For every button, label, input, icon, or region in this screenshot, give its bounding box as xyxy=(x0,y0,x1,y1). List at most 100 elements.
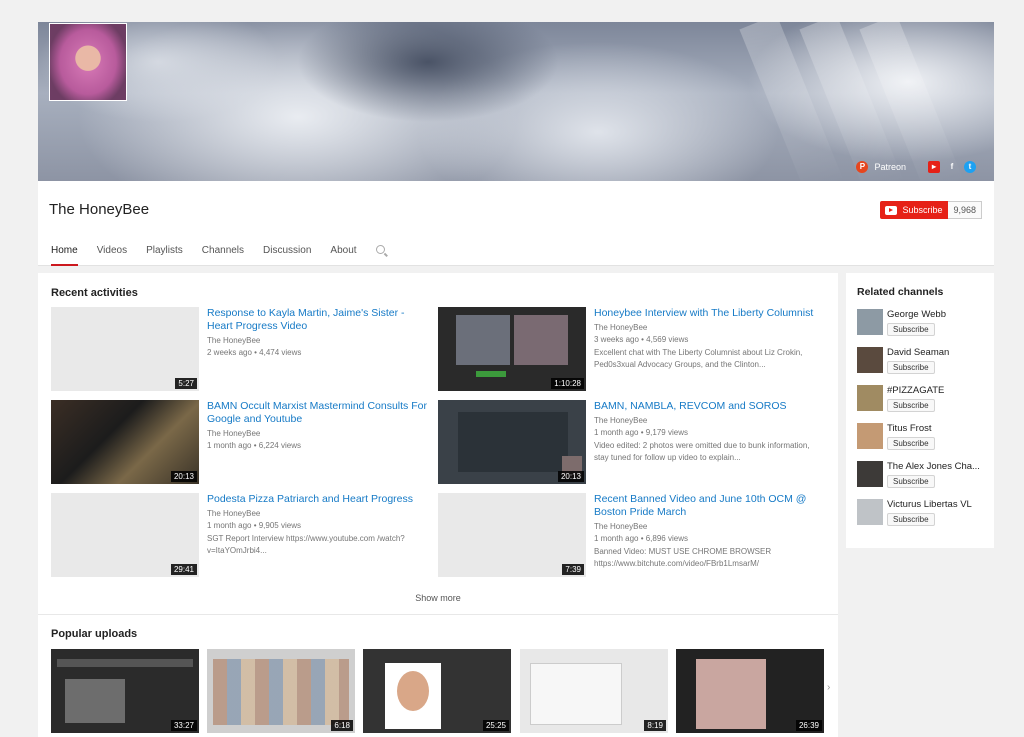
youtube-icon[interactable]: ▸ xyxy=(928,161,940,173)
video-thumbnail[interactable]: 20:13 xyxy=(51,400,199,484)
related-channel-item[interactable]: David Seaman Subscribe xyxy=(857,347,991,377)
related-channels-panel: Related channels George Webb Subscribe D… xyxy=(846,273,994,548)
video-description: Banned Video: MUST USE CHROME BROWSER ht… xyxy=(594,547,772,568)
tab-videos[interactable]: Videos xyxy=(97,239,127,266)
related-channel-name[interactable]: David Seaman xyxy=(887,347,987,358)
video-channel[interactable]: The HoneyBee xyxy=(207,335,427,347)
video-duration: 6:18 xyxy=(331,720,353,731)
subscribe-button[interactable]: Subscribe xyxy=(887,323,935,336)
popular-video-thumbnail[interactable]: 6:18 xyxy=(207,649,355,733)
show-more-button[interactable]: Show more xyxy=(38,593,838,603)
video-item[interactable]: 7:39 Recent Banned Video and June 10th O… xyxy=(438,493,818,577)
subscribe-widget: Subscribe 9,968 xyxy=(880,201,982,219)
video-thumbnail[interactable]: 20:13 xyxy=(438,400,586,484)
channel-header: The HoneyBee Subscribe 9,968 Home Videos… xyxy=(38,181,994,266)
section-divider xyxy=(38,614,838,615)
facebook-icon[interactable]: f xyxy=(946,161,958,173)
video-thumbnail[interactable]: 1:10:28 xyxy=(438,307,586,391)
video-thumbnail[interactable]: 7:39 xyxy=(438,493,586,577)
related-channel-name[interactable]: #PIZZAGATE xyxy=(887,385,987,396)
video-item[interactable]: 20:13 BAMN, NAMBLA, REVCOM and SOROS The… xyxy=(438,400,818,484)
related-channel-item[interactable]: Victurus Libertas VL Subscribe xyxy=(857,499,991,529)
tab-about[interactable]: About xyxy=(330,239,356,266)
video-duration: 20:13 xyxy=(557,471,584,482)
youtube-logo-icon xyxy=(885,205,898,215)
video-item[interactable]: 29:41 Podesta Pizza Patriarch and Heart … xyxy=(51,493,431,577)
twitter-icon[interactable]: t xyxy=(964,161,976,173)
related-channel-item[interactable]: #PIZZAGATE Subscribe xyxy=(857,385,991,415)
related-channel-name[interactable]: George Webb xyxy=(887,309,987,320)
video-description: Video edited: 2 photos were omitted due … xyxy=(594,441,810,462)
video-meta: 1 month ago • 9,179 views xyxy=(594,428,688,437)
video-title[interactable]: Podesta Pizza Patriarch and Heart Progre… xyxy=(207,493,427,506)
avatar[interactable] xyxy=(857,309,883,335)
related-channel-name[interactable]: Victurus Libertas VL xyxy=(887,499,987,510)
video-duration: 1:10:28 xyxy=(551,378,584,389)
channel-avatar[interactable] xyxy=(49,23,127,101)
patreon-link[interactable]: Patreon xyxy=(874,162,906,172)
video-title[interactable]: Recent Banned Video and June 10th OCM @ … xyxy=(594,493,814,519)
subscribe-label: Subscribe xyxy=(902,205,943,215)
video-duration: 8:19 xyxy=(644,720,666,731)
channel-tabs: Home Videos Playlists Channels Discussio… xyxy=(51,239,385,266)
main-content: Recent activities 5:27 Response to Kayla… xyxy=(38,273,838,737)
video-meta: 1 month ago • 6,224 views xyxy=(207,441,301,450)
video-meta: 2 weeks ago • 4,474 views xyxy=(207,348,302,357)
channel-title: The HoneyBee xyxy=(49,201,150,218)
video-channel[interactable]: The HoneyBee xyxy=(594,322,814,334)
subscriber-count: 9,968 xyxy=(948,201,982,219)
subscribe-button[interactable]: Subscribe xyxy=(887,475,935,488)
subscribe-button[interactable]: Subscribe xyxy=(887,513,935,526)
video-thumbnail[interactable]: 29:41 xyxy=(51,493,199,577)
video-description: SGT Report Interview https://www.youtube… xyxy=(207,534,405,555)
banner-links: P Patreon ▸ f t xyxy=(856,161,976,173)
related-channels-title: Related channels xyxy=(857,286,944,298)
avatar[interactable] xyxy=(857,499,883,525)
popular-uploads-title: Popular uploads xyxy=(51,628,138,640)
related-channel-item[interactable]: George Webb Subscribe xyxy=(857,309,991,339)
popular-video-thumbnail[interactable]: 25:25 xyxy=(363,649,511,733)
video-channel[interactable]: The HoneyBee xyxy=(207,508,427,520)
video-title[interactable]: Response to Kayla Martin, Jaime's Sister… xyxy=(207,307,427,333)
tab-playlists[interactable]: Playlists xyxy=(146,239,183,266)
related-channel-item[interactable]: Titus Frost Subscribe xyxy=(857,423,991,453)
video-channel[interactable]: The HoneyBee xyxy=(594,415,814,427)
video-duration: 33:27 xyxy=(170,720,197,731)
tab-home[interactable]: Home xyxy=(51,239,78,266)
video-thumbnail[interactable]: 5:27 xyxy=(51,307,199,391)
video-channel[interactable]: The HoneyBee xyxy=(594,521,814,533)
avatar[interactable] xyxy=(857,347,883,373)
search-icon[interactable] xyxy=(375,245,385,254)
avatar[interactable] xyxy=(857,461,883,487)
chevron-right-icon[interactable]: › xyxy=(827,682,830,693)
tab-discussion[interactable]: Discussion xyxy=(263,239,311,266)
video-meta: 1 month ago • 6,896 views xyxy=(594,534,688,543)
subscribe-button[interactable]: Subscribe xyxy=(887,399,935,412)
related-channel-name[interactable]: The Alex Jones Cha... xyxy=(887,461,987,472)
video-title[interactable]: BAMN Occult Marxist Mastermind Consults … xyxy=(207,400,427,426)
popular-video-thumbnail[interactable]: 8:19 xyxy=(520,649,668,733)
video-duration: 5:27 xyxy=(175,378,197,389)
patreon-icon[interactable]: P xyxy=(856,161,869,173)
tab-channels[interactable]: Channels xyxy=(202,239,244,266)
video-meta: 1 month ago • 9,905 views xyxy=(207,521,301,530)
video-meta: 3 weeks ago • 4,569 views xyxy=(594,335,689,344)
related-channel-item[interactable]: The Alex Jones Cha... Subscribe xyxy=(857,461,991,491)
popular-video-thumbnail[interactable]: 26:39 xyxy=(676,649,824,733)
avatar[interactable] xyxy=(857,423,883,449)
video-item[interactable]: 5:27 Response to Kayla Martin, Jaime's S… xyxy=(51,307,431,391)
video-description: Excellent chat with The Liberty Columnis… xyxy=(594,348,803,369)
subscribe-button[interactable]: Subscribe xyxy=(887,437,935,450)
channel-banner: P Patreon ▸ f t xyxy=(38,22,994,181)
video-title[interactable]: BAMN, NAMBLA, REVCOM and SOROS xyxy=(594,400,814,413)
popular-video-thumbnail[interactable]: 33:27 xyxy=(51,649,199,733)
video-title[interactable]: Honeybee Interview with The Liberty Colu… xyxy=(594,307,814,320)
avatar[interactable] xyxy=(857,385,883,411)
related-channel-name[interactable]: Titus Frost xyxy=(887,423,987,434)
video-channel[interactable]: The HoneyBee xyxy=(207,428,427,440)
video-duration: 25:25 xyxy=(482,720,509,731)
subscribe-button[interactable]: Subscribe xyxy=(887,361,935,374)
video-item[interactable]: 1:10:28 Honeybee Interview with The Libe… xyxy=(438,307,818,391)
video-item[interactable]: 20:13 BAMN Occult Marxist Mastermind Con… xyxy=(51,400,431,484)
subscribe-button[interactable]: Subscribe xyxy=(880,201,949,219)
